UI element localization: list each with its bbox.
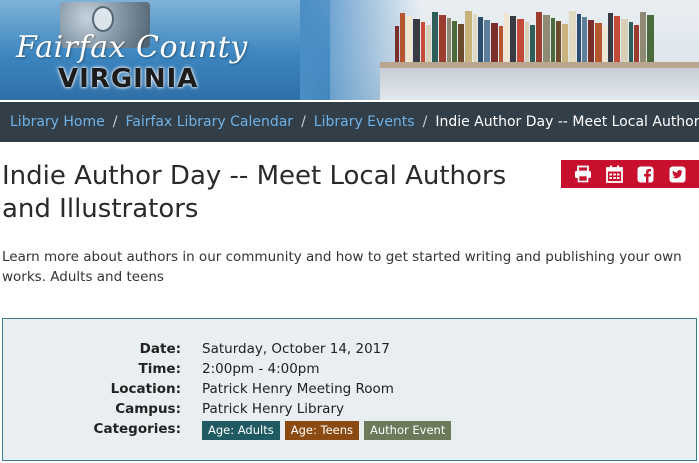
- emblem-portrait: [92, 6, 114, 32]
- book-spine: [421, 22, 425, 62]
- book-spine: [536, 12, 542, 62]
- book-spine: [473, 14, 477, 62]
- book-spine: [562, 24, 568, 62]
- event-details-box: Date: Saturday, October 14, 2017 Time: 2…: [2, 318, 697, 461]
- book-spine: [504, 13, 509, 62]
- books-row: [395, 10, 699, 62]
- calendar-icon[interactable]: [603, 163, 625, 185]
- book-spine: [556, 21, 561, 62]
- book-spine: [614, 16, 620, 62]
- book-spine: [510, 16, 516, 62]
- time-value: 2:00pm - 4:00pm: [202, 361, 320, 377]
- book-spine: [621, 19, 628, 62]
- breadcrumb-library-calendar[interactable]: Fairfax Library Calendar: [125, 114, 293, 130]
- print-icon[interactable]: [572, 163, 594, 185]
- location-value: Patrick Henry Meeting Room: [202, 381, 394, 397]
- logo-text-county[interactable]: Fairfax County: [16, 30, 248, 65]
- book-spine: [525, 22, 529, 62]
- book-spine: [640, 12, 646, 62]
- campus-label: Campus:: [115, 401, 181, 417]
- category-tag-teens[interactable]: Age: Teens: [284, 421, 360, 440]
- book-spine: [499, 26, 503, 62]
- book-spine: [395, 26, 399, 62]
- category-tag-author-event[interactable]: Author Event: [364, 421, 452, 440]
- detail-row-campus: Campus: Patrick Henry Library: [3, 401, 696, 421]
- site-header-banner[interactable]: Fairfax County VIRGINIA: [0, 0, 699, 100]
- breadcrumb-separator: /: [301, 114, 306, 130]
- book-spine: [517, 19, 524, 62]
- logo-text-state[interactable]: VIRGINIA: [58, 64, 198, 94]
- date-value: Saturday, October 14, 2017: [202, 341, 390, 357]
- shelf-shadow: [380, 68, 699, 100]
- breadcrumb: Library Home / Fairfax Library Calendar …: [0, 102, 699, 142]
- breadcrumb-library-events[interactable]: Library Events: [314, 114, 415, 130]
- book-spine: [478, 17, 483, 62]
- detail-row-time: Time: 2:00pm - 4:00pm: [3, 361, 696, 381]
- book-spine: [400, 13, 405, 62]
- book-spine: [595, 23, 602, 62]
- event-description: Learn more about authors in our communit…: [2, 249, 682, 285]
- book-spine: [629, 22, 633, 62]
- book-spine: [426, 25, 431, 62]
- book-spine: [608, 13, 613, 62]
- share-toolbar: [561, 160, 699, 188]
- book-spine: [439, 15, 446, 62]
- book-spine: [569, 11, 576, 62]
- book-spine: [577, 14, 581, 62]
- book-spine: [484, 20, 490, 62]
- book-spine: [452, 21, 457, 62]
- time-label: Time:: [138, 361, 181, 377]
- book-spine: [491, 23, 498, 62]
- facebook-icon[interactable]: [635, 163, 657, 185]
- breadcrumb-current-page: Indie Author Day -- Meet Local Authors a…: [435, 114, 699, 130]
- category-tag-adults[interactable]: Age: Adults: [202, 421, 280, 440]
- book-spine: [588, 20, 594, 62]
- breadcrumb-separator: /: [422, 114, 428, 130]
- breadcrumb-separator: /: [112, 114, 118, 130]
- book-spine: [432, 12, 438, 62]
- location-label: Location:: [110, 381, 181, 397]
- breadcrumb-library-home[interactable]: Library Home: [10, 114, 105, 130]
- detail-row-categories: Categories: Age: Adults Age: Teens Autho…: [3, 421, 696, 441]
- book-spine: [447, 18, 451, 62]
- book-spine: [647, 15, 654, 62]
- book-spine: [582, 17, 587, 62]
- page-title: Indie Author Day -- Meet Local Authors a…: [2, 161, 507, 224]
- book-spine: [634, 25, 639, 62]
- book-spine: [406, 16, 412, 62]
- twitter-icon[interactable]: [666, 163, 688, 185]
- book-spine: [458, 24, 464, 62]
- book-spine: [543, 15, 550, 62]
- book-spine: [465, 11, 472, 62]
- category-tags: Age: Adults Age: Teens Author Event: [202, 421, 452, 440]
- book-spine: [603, 26, 607, 62]
- detail-row-location: Location: Patrick Henry Meeting Room: [3, 381, 696, 401]
- book-spine: [530, 25, 535, 62]
- book-spine: [413, 19, 420, 62]
- date-label: Date:: [139, 341, 181, 357]
- categories-label: Categories:: [93, 421, 181, 437]
- book-spine: [551, 18, 555, 62]
- detail-row-date: Date: Saturday, October 14, 2017: [3, 341, 696, 361]
- campus-value: Patrick Henry Library: [202, 401, 344, 417]
